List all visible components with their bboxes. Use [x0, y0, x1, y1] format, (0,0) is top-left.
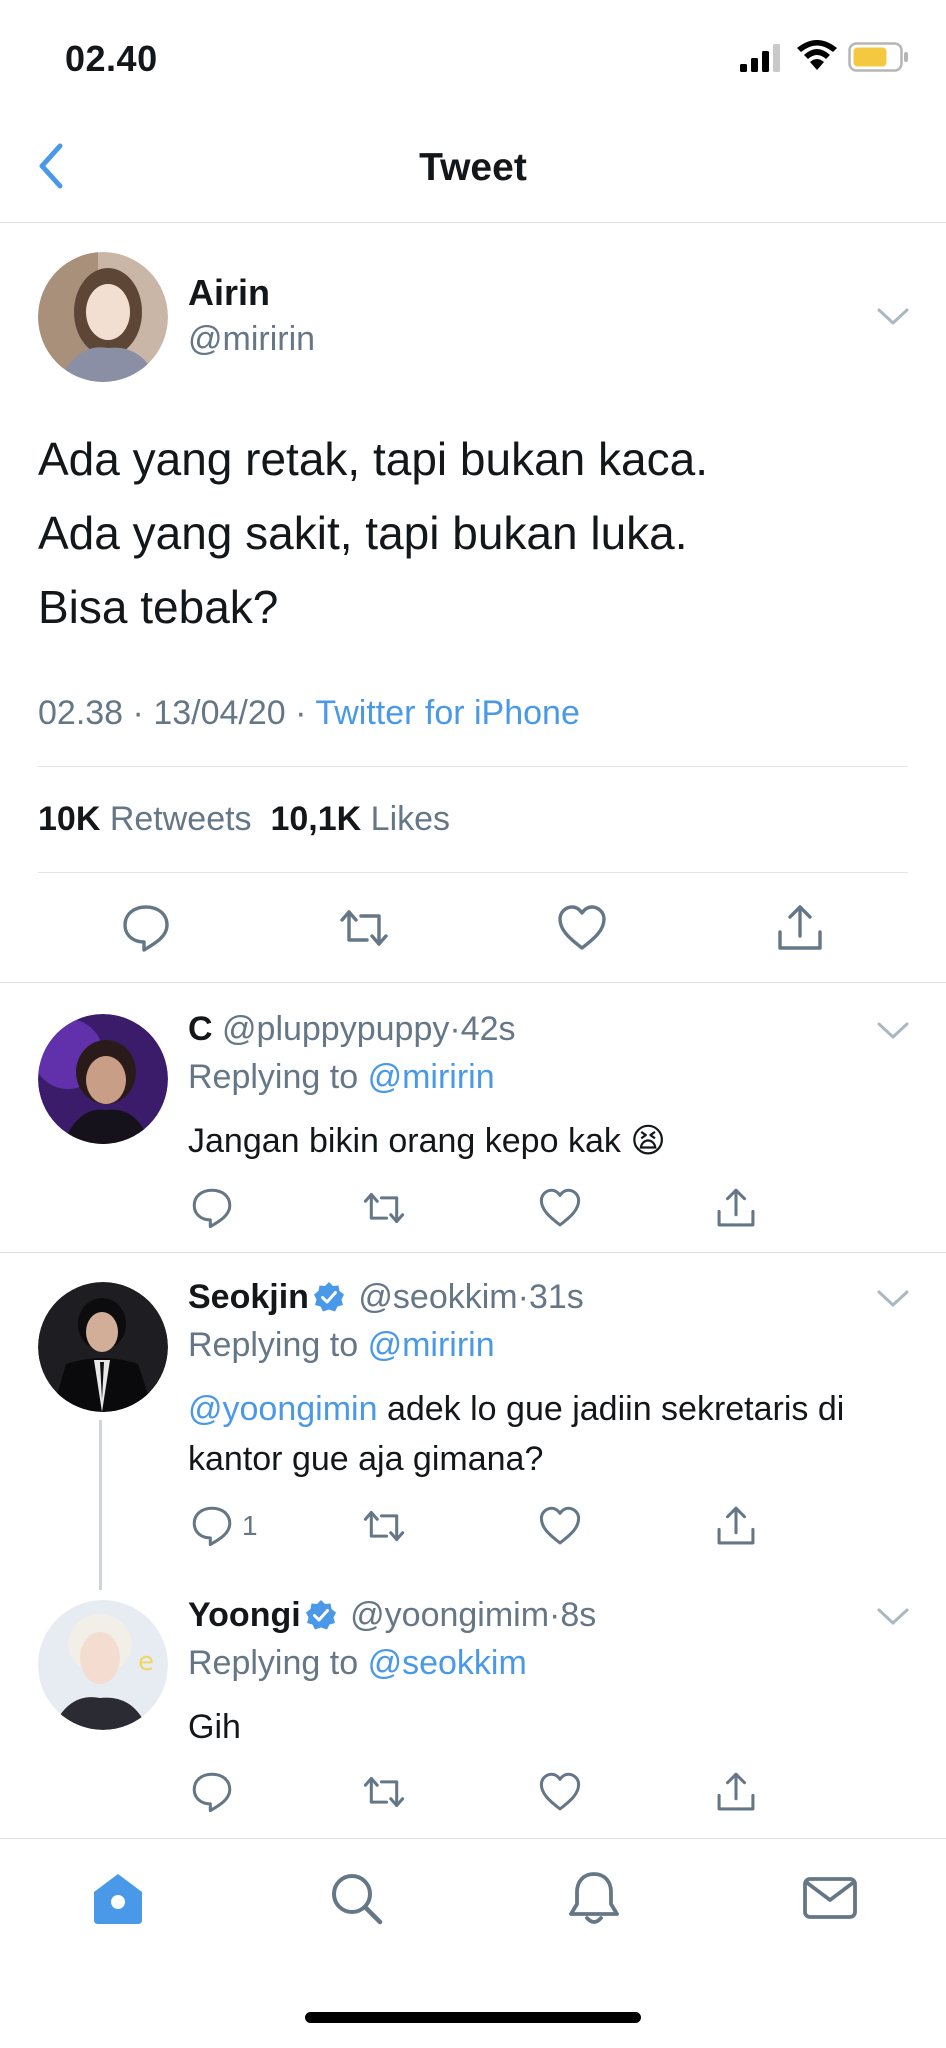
- tweet-date: 13/04/20: [153, 694, 286, 732]
- retweet-button[interactable]: [362, 1186, 406, 1230]
- like-button[interactable]: [538, 1504, 582, 1548]
- replying-to: Replying to @miririn: [188, 1326, 495, 1365]
- reply-count: 1: [242, 1510, 258, 1541]
- avatar-seokjin[interactable]: [38, 1282, 168, 1412]
- retweet-count: 10K: [38, 800, 101, 838]
- reply-time: 8s: [560, 1596, 597, 1634]
- wifi-icon: [797, 40, 837, 70]
- share-button[interactable]: [714, 1186, 758, 1230]
- messages-tab-icon[interactable]: [800, 1868, 860, 1928]
- divider: [0, 1252, 946, 1253]
- tweet-text: Ada yang retak, tapi bukan kaca. Ada yan…: [38, 422, 708, 644]
- tweet-source-link[interactable]: Twitter for iPhone: [315, 694, 580, 732]
- tweet-line: Ada yang retak, tapi bukan kaca.: [38, 433, 708, 485]
- cellular-signal-icon: [740, 44, 780, 72]
- mention-link[interactable]: @yoongimin: [188, 1390, 378, 1428]
- tweet-time: 02.38: [38, 694, 124, 732]
- reply-header: C @pluppypuppy·42s: [188, 1010, 516, 1049]
- divider: [38, 766, 908, 767]
- reply-header: Seokjin @seokkim·31s: [188, 1278, 584, 1317]
- replying-to-link[interactable]: @miririn: [368, 1326, 495, 1364]
- reply-menu-chevron-icon[interactable]: [876, 1606, 910, 1628]
- page-title: Tweet: [419, 146, 527, 189]
- divider: [0, 982, 946, 983]
- replying-to-link[interactable]: @miririn: [368, 1058, 495, 1096]
- tweet-line: Bisa tebak?: [38, 581, 279, 633]
- separator: ·: [549, 1596, 561, 1634]
- svg-text:e: e: [138, 1647, 154, 1677]
- divider: [38, 872, 908, 873]
- reply-button[interactable]: [190, 1770, 234, 1814]
- tab-bar-divider: [0, 1838, 946, 1839]
- tweet-stats: 10K Retweets 10,1K Likes: [38, 800, 450, 839]
- reply-text: @yoongimin adek lo gue jadiin sekretaris…: [188, 1384, 908, 1484]
- author-handle[interactable]: @miririn: [188, 320, 315, 359]
- verified-badge-icon: [305, 1600, 336, 1630]
- replying-to: Replying to @seokkim: [188, 1644, 527, 1683]
- likes-stat[interactable]: 10,1K Likes: [270, 800, 450, 838]
- verified-badge-icon: [313, 1282, 344, 1312]
- retweet-label: Retweets: [109, 800, 252, 838]
- reply-text: Jangan bikin orang kepo kak 😫: [188, 1116, 908, 1166]
- replying-to-link[interactable]: @seokkim: [368, 1644, 527, 1682]
- tweet-meta: 02.38 · 13/04/20 · Twitter for iPhone: [38, 694, 580, 733]
- notifications-tab-icon[interactable]: [564, 1868, 624, 1928]
- reply-author-handle[interactable]: @seokkim: [358, 1278, 517, 1316]
- reply-author-name[interactable]: Seokjin: [188, 1278, 309, 1316]
- reply-body: Gih: [188, 1708, 241, 1746]
- avatar-c[interactable]: [38, 1014, 168, 1144]
- share-button[interactable]: [774, 902, 826, 954]
- reply-button[interactable]: [120, 902, 172, 954]
- like-button[interactable]: [538, 1770, 582, 1814]
- home-tab-icon[interactable]: [88, 1868, 148, 1928]
- share-button[interactable]: [714, 1770, 758, 1814]
- reply-author-name[interactable]: Yoongi: [188, 1596, 301, 1634]
- like-label: Likes: [370, 800, 451, 838]
- reply-menu-chevron-icon[interactable]: [876, 1020, 910, 1042]
- reply-author-handle[interactable]: @yoongimim: [350, 1596, 549, 1634]
- reply-time: 42s: [460, 1010, 516, 1048]
- reply-author-name[interactable]: C: [188, 1010, 213, 1048]
- separator: ·: [132, 694, 144, 732]
- retweets-stat[interactable]: 10K Retweets: [38, 800, 252, 838]
- tired-face-emoji: 😫: [630, 1122, 666, 1160]
- separator: ·: [295, 694, 307, 732]
- reply-body: Jangan bikin orang kepo kak: [188, 1122, 621, 1160]
- retweet-button[interactable]: [362, 1770, 406, 1814]
- like-button[interactable]: [556, 902, 608, 954]
- replying-label: Replying to: [188, 1058, 359, 1096]
- thread-connector: [99, 1420, 102, 1590]
- separator: ·: [449, 1010, 461, 1048]
- avatar-yoongi[interactable]: e: [38, 1600, 168, 1730]
- reply-header: Yoongi @yoongimim·8s: [188, 1596, 596, 1635]
- tweet-menu-chevron-icon[interactable]: [876, 306, 910, 328]
- reply-time: 31s: [528, 1278, 584, 1316]
- replying-to: Replying to @miririn: [188, 1058, 495, 1097]
- tweet-line: Ada yang sakit, tapi bukan luka.: [38, 507, 688, 559]
- author-name[interactable]: Airin: [188, 272, 270, 314]
- like-button[interactable]: [538, 1186, 582, 1230]
- reply-author-handle[interactable]: @pluppypuppy: [222, 1010, 449, 1048]
- battery-icon: [848, 42, 908, 72]
- reply-text: Gih: [188, 1702, 908, 1752]
- replying-label: Replying to: [188, 1326, 359, 1364]
- nav-divider: [0, 222, 946, 223]
- like-count: 10,1K: [270, 800, 362, 838]
- retweet-button[interactable]: [362, 1504, 406, 1548]
- reply-button[interactable]: [190, 1504, 234, 1548]
- search-tab-icon[interactable]: [326, 1868, 386, 1928]
- reply-button[interactable]: [190, 1186, 234, 1230]
- retweet-button[interactable]: [338, 902, 390, 954]
- avatar-airin[interactable]: [38, 252, 168, 382]
- home-indicator[interactable]: [305, 2012, 641, 2023]
- separator: ·: [517, 1278, 529, 1316]
- reply-menu-chevron-icon[interactable]: [876, 1288, 910, 1310]
- share-button[interactable]: [714, 1504, 758, 1548]
- status-time: 02.40: [65, 38, 158, 79]
- replying-label: Replying to: [188, 1644, 359, 1682]
